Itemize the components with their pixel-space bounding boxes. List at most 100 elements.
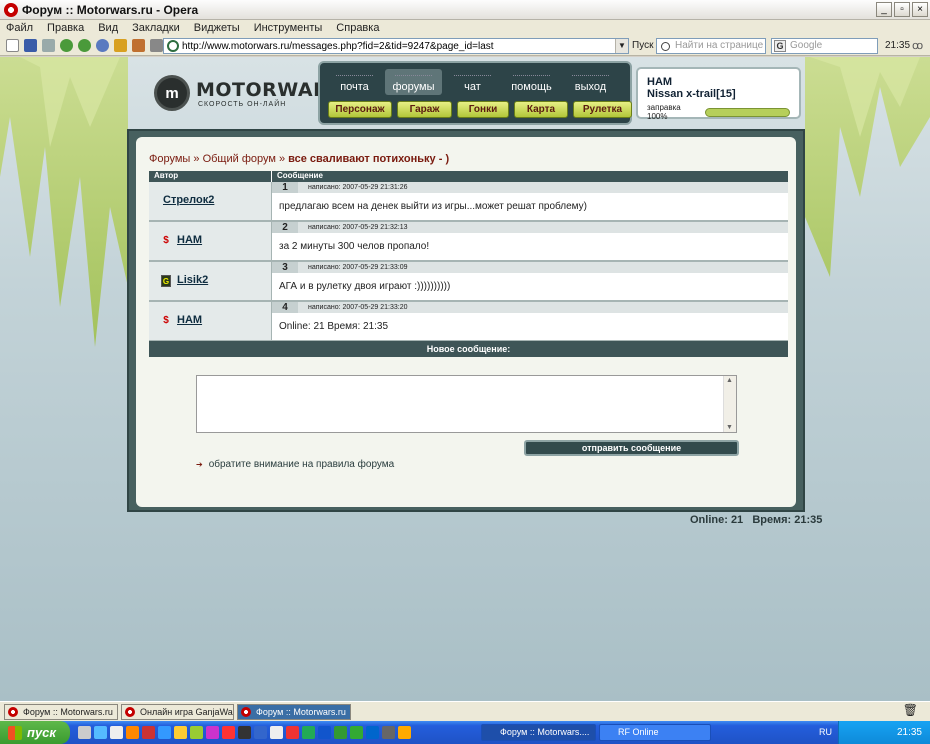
menu-view[interactable]: Вид (98, 22, 118, 34)
nav-chat[interactable]: чат (444, 69, 501, 95)
opera-tab-bar: Форум :: Motorwars.ru Онлайн игра GanjaW… (0, 701, 930, 721)
opera-tab-active[interactable]: Форум :: Motorwars.ru (237, 703, 351, 720)
nav-garage-button[interactable]: Гараж (397, 101, 452, 118)
quicklaunch-icon[interactable] (334, 726, 347, 739)
site-nav: почта форумы чат помощь выход Персонаж Г… (318, 61, 632, 125)
edit-icon[interactable] (150, 39, 163, 52)
post-number: 1 (272, 182, 298, 193)
quicklaunch-icon[interactable] (94, 726, 107, 739)
quicklaunch-icon[interactable] (126, 726, 139, 739)
tray-clock: 21:35 (896, 727, 922, 738)
start-label: пуск (27, 725, 56, 740)
nav-character-button[interactable]: Персонаж (328, 101, 392, 118)
nav-map-button[interactable]: Карта (514, 101, 568, 118)
breadcrumb-separator: » (275, 153, 289, 165)
window-title: Форум :: Motorwars.ru - Opera (22, 2, 199, 17)
user-name[interactable]: HAM (647, 76, 790, 88)
quicklaunch-icon[interactable] (318, 726, 331, 739)
address-input[interactable] (182, 40, 612, 52)
nav-mail[interactable]: почта (326, 69, 383, 95)
minimize-button[interactable]: _ (876, 2, 892, 17)
quicklaunch-icon[interactable] (110, 726, 123, 739)
system-tray: RU 21:35 (819, 721, 930, 744)
close-button[interactable]: × (912, 2, 928, 17)
search-input[interactable]: G Google (771, 38, 878, 54)
post-author-link[interactable]: HAM (177, 314, 202, 326)
quicklaunch-icon[interactable] (302, 726, 315, 739)
go-button[interactable]: Пуск (632, 40, 653, 51)
nav-forums[interactable]: форумы (385, 69, 442, 95)
menu-file[interactable]: Файл (6, 22, 33, 34)
reload-icon[interactable] (96, 39, 109, 52)
start-button[interactable]: пуск (0, 721, 70, 744)
menu-help[interactable]: Справка (336, 22, 379, 34)
opera-tab[interactable]: Онлайн игра GanjaWars... (121, 703, 234, 720)
nav-exit[interactable]: выход (562, 69, 619, 95)
quicklaunch-icon[interactable] (78, 726, 91, 739)
quicklaunch-icon[interactable] (206, 726, 219, 739)
quicklaunch-icon[interactable] (286, 726, 299, 739)
post-number: 2 (272, 222, 298, 233)
save-icon[interactable] (24, 39, 37, 52)
forum-rules-link[interactable]: обратите внимание на правила форума (209, 459, 395, 470)
quicklaunch-icon[interactable] (350, 726, 363, 739)
post-author-link[interactable]: Стрелок2 (163, 194, 214, 206)
glasses-icon[interactable]: ꝏ (912, 39, 923, 52)
menu-widgets[interactable]: Виджеты (194, 22, 240, 34)
find-in-page-input[interactable]: Найти на странице (656, 38, 766, 54)
quicklaunch-icon[interactable] (158, 726, 171, 739)
quicklaunch-icon[interactable] (190, 726, 203, 739)
menu-bar: Файл Правка Вид Закладки Виджеты Инструм… (0, 20, 930, 36)
nav-roulette-button[interactable]: Рулетка (573, 101, 632, 118)
breadcrumb: Форумы » Общий форум » все сваливают пот… (149, 153, 449, 165)
opera-tab[interactable]: Форум :: Motorwars.ru (4, 703, 118, 720)
quicklaunch-icon[interactable] (254, 726, 267, 739)
post-author-link[interactable]: HAM (177, 234, 202, 246)
quicklaunch-icon[interactable] (142, 726, 155, 739)
server-time: Время: 21:35 (752, 514, 823, 526)
taskbar-task-rfonline[interactable]: RF Online (599, 724, 711, 741)
address-bar[interactable]: ▼ (163, 38, 629, 54)
windows-taskbar: пуск (0, 721, 930, 744)
breadcrumb-general[interactable]: Общий форум (203, 153, 276, 165)
breadcrumb-forums[interactable]: Форумы (149, 153, 190, 165)
menu-edit[interactable]: Правка (47, 22, 84, 34)
send-message-button[interactable]: отправить сообщение (524, 440, 739, 456)
online-count: Online: 21 (690, 514, 744, 526)
nav-help[interactable]: помощь (503, 69, 560, 95)
forward-icon[interactable] (78, 39, 91, 52)
scroll-up-icon[interactable]: ▲ (726, 377, 733, 384)
scroll-down-icon[interactable]: ▼ (726, 424, 733, 431)
quicklaunch-icon[interactable] (270, 726, 283, 739)
back-icon[interactable] (60, 39, 73, 52)
search-placeholder: Google (790, 40, 823, 51)
language-indicator[interactable]: RU (819, 727, 832, 737)
taskbar-task-opera[interactable]: Форум :: Motorwars.... (481, 724, 596, 741)
post-date: написано: 2007-05-29 21:33:09 (308, 264, 408, 271)
nav-races-button[interactable]: Гонки (457, 101, 509, 118)
post-date: написано: 2007-05-29 21:32:13 (308, 224, 408, 231)
textarea-scrollbar[interactable]: ▲ ▼ (723, 376, 736, 432)
quicklaunch-icon[interactable] (398, 726, 411, 739)
quicklaunch-icon[interactable] (222, 726, 235, 739)
trash-icon[interactable]: 🗑 (903, 703, 918, 717)
home-icon[interactable] (132, 39, 145, 52)
post-row: $ HAM 2 написано: 2007-05-29 21:32:13 за 2 … (149, 222, 788, 262)
wand-icon[interactable] (114, 39, 127, 52)
menu-bookmarks[interactable]: Закладки (132, 22, 180, 34)
message-textarea[interactable] (196, 375, 737, 433)
quicklaunch-icon[interactable] (382, 726, 395, 739)
post-row: $ HAM 4 написано: 2007-05-29 21:33:20 Onlin… (149, 302, 788, 342)
chevron-down-icon[interactable]: ▼ (615, 39, 628, 53)
posts-header: Автор Сообщение (149, 171, 788, 182)
print-icon[interactable] (42, 39, 55, 52)
quicklaunch-icon[interactable] (174, 726, 187, 739)
quicklaunch-icon[interactable] (366, 726, 379, 739)
quick-launch (78, 726, 411, 739)
post-author-link[interactable]: Lisik2 (177, 274, 208, 286)
quicklaunch-icon[interactable] (238, 726, 251, 739)
fuel-label: заправка 100% (647, 103, 681, 121)
menu-tools[interactable]: Инструменты (254, 22, 323, 34)
new-page-icon[interactable] (6, 39, 19, 52)
maximize-button[interactable]: ▫ (894, 2, 910, 17)
